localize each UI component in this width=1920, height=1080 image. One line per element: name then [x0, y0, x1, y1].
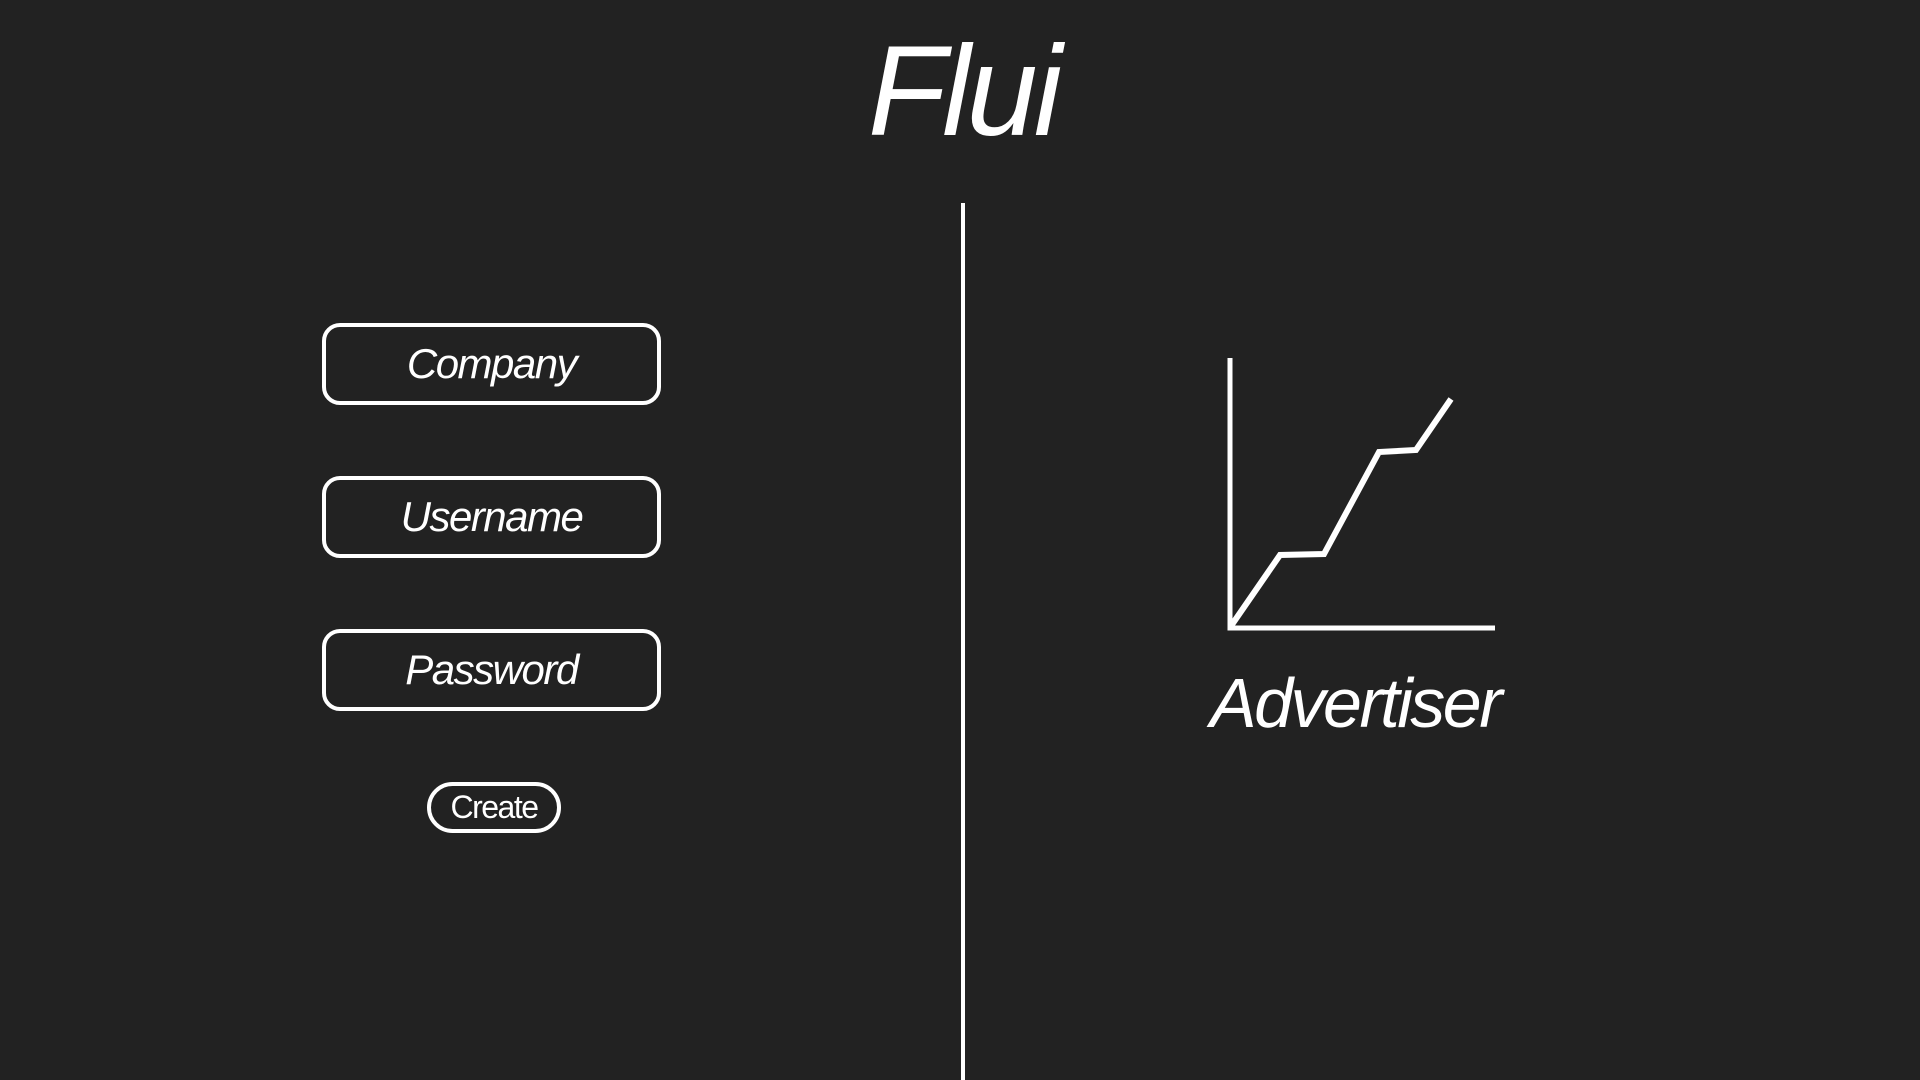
advertiser-option[interactable]: Advertiser [1200, 350, 1520, 750]
vertical-divider [961, 203, 965, 1080]
create-button[interactable]: Create [427, 782, 561, 833]
app-title: Flui [867, 20, 1062, 163]
signup-screen: Flui Create Advertiser [0, 0, 1920, 1080]
advertiser-label: Advertiser [1209, 664, 1503, 742]
username-input[interactable] [322, 476, 661, 558]
password-input[interactable] [322, 629, 661, 711]
line-chart-icon [1227, 358, 1495, 631]
company-input[interactable] [322, 323, 661, 405]
